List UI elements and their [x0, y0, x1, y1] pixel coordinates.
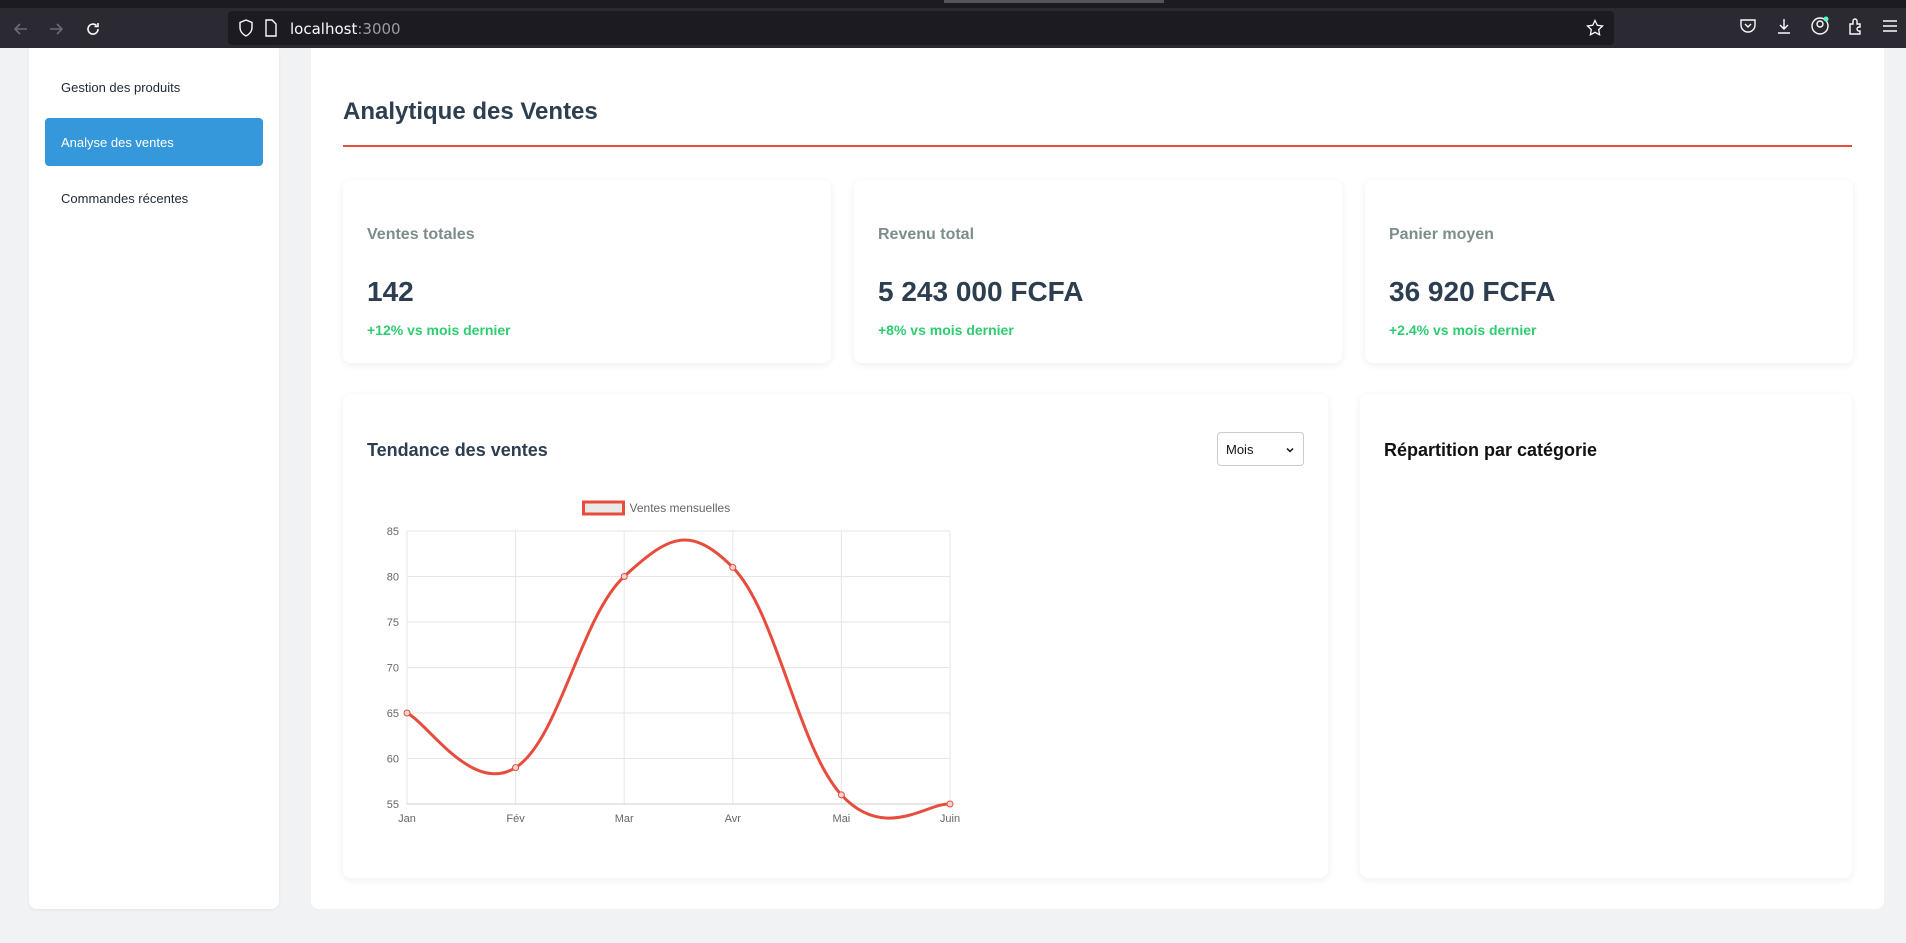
y-tick-label: 80	[387, 572, 399, 584]
sidebar: Gestion des produits Analyse des ventes …	[29, 48, 279, 909]
y-tick-label: 65	[387, 708, 399, 720]
period-select-value: Mois	[1226, 441, 1254, 457]
stat-value: 36 920 FCFA	[1389, 276, 1556, 307]
sidebar-item-products[interactable]: Gestion des produits	[45, 63, 263, 111]
back-icon[interactable]	[8, 16, 34, 42]
page-icon	[264, 19, 278, 42]
sidebar-item-label: Gestion des produits	[61, 79, 181, 95]
url-bar[interactable]: localhost:3000	[228, 11, 1614, 45]
period-select[interactable]: Mois	[1217, 432, 1304, 466]
pocket-icon[interactable]	[1738, 16, 1758, 36]
active-tab-indicator[interactable]	[944, 0, 1164, 3]
data-point	[512, 764, 520, 772]
y-tick-label: 75	[387, 617, 399, 629]
browser-toolbar: localhost:3000	[0, 8, 1906, 48]
account-icon[interactable]	[1810, 16, 1830, 36]
panel-title: Tendance des ventes	[367, 440, 548, 460]
series-line	[406, 538, 951, 820]
x-tick-label: Mai	[833, 813, 851, 825]
x-tick-label: Jan	[398, 813, 416, 825]
x-tick-label: Mar	[615, 813, 634, 825]
stat-label: Ventes totales	[367, 226, 475, 243]
stat-change: +2.4% vs mois dernier	[1389, 322, 1537, 338]
reload-icon[interactable]	[80, 16, 106, 42]
stat-label: Revenu total	[878, 226, 975, 243]
data-point	[403, 709, 411, 717]
main-content: Analytique des Ventes Ventes totales 142…	[311, 48, 1884, 909]
y-tick-label: 70	[387, 663, 399, 675]
download-icon[interactable]	[1774, 16, 1794, 36]
stat-change: +12% vs mois dernier	[367, 322, 511, 338]
data-point	[729, 563, 737, 571]
category-panel: Répartition par catégorie	[1360, 394, 1852, 878]
sidebar-item-sales-analysis[interactable]: Analyse des ventes	[45, 118, 263, 166]
page-title: Analytique des Ventes	[343, 98, 598, 125]
stat-card-average-basket: Panier moyen 36 920 FCFA +2.4% vs mois d…	[1365, 180, 1853, 363]
y-tick-label: 85	[387, 526, 399, 538]
bookmark-star-icon[interactable]	[1586, 18, 1604, 42]
stat-value: 5 243 000 FCFA	[878, 276, 1084, 307]
data-point	[620, 573, 628, 580]
stat-value: 142	[367, 276, 414, 307]
chevron-down-icon	[1285, 443, 1295, 458]
legend-swatch	[582, 500, 625, 516]
url-text: localhost:3000	[290, 20, 401, 38]
forward-icon[interactable]	[43, 16, 69, 42]
extensions-icon[interactable]	[1846, 16, 1866, 36]
x-tick-label: Fév	[506, 813, 525, 825]
panel-title: Répartition par catégorie	[1384, 440, 1598, 460]
stat-card-total-sales: Ventes totales 142 +12% vs mois dernier	[343, 180, 831, 363]
data-point	[946, 800, 954, 808]
menu-icon[interactable]	[1880, 16, 1900, 36]
x-tick-label: Avr	[725, 813, 742, 825]
y-tick-label: 55	[387, 799, 399, 811]
tab-strip	[0, 0, 1906, 8]
x-tick-label: Juin	[940, 813, 960, 825]
shield-icon[interactable]	[238, 19, 254, 42]
sidebar-item-label: Analyse des ventes	[61, 134, 174, 150]
sidebar-item-recent-orders[interactable]: Commandes récentes	[45, 174, 263, 222]
sidebar-item-label: Commandes récentes	[61, 190, 189, 206]
stat-card-total-revenue: Revenu total 5 243 000 FCFA +8% vs mois …	[854, 180, 1342, 363]
legend-label: Ventes mensuelles	[630, 501, 731, 515]
title-divider	[343, 145, 1852, 147]
data-point	[837, 791, 845, 799]
sales-trend-panel: Tendance des ventes Mois 55 60 65 70 75 80 85 J…	[343, 394, 1328, 878]
sales-line-chart: 55 60 65 70 75 80 85 Jan Fév Mar Avr Mai Juin Ventes …	[387, 500, 960, 825]
y-tick-label: 60	[387, 754, 399, 766]
stat-change: +8% vs mois dernier	[878, 322, 1014, 338]
stat-label: Panier moyen	[1389, 226, 1494, 243]
